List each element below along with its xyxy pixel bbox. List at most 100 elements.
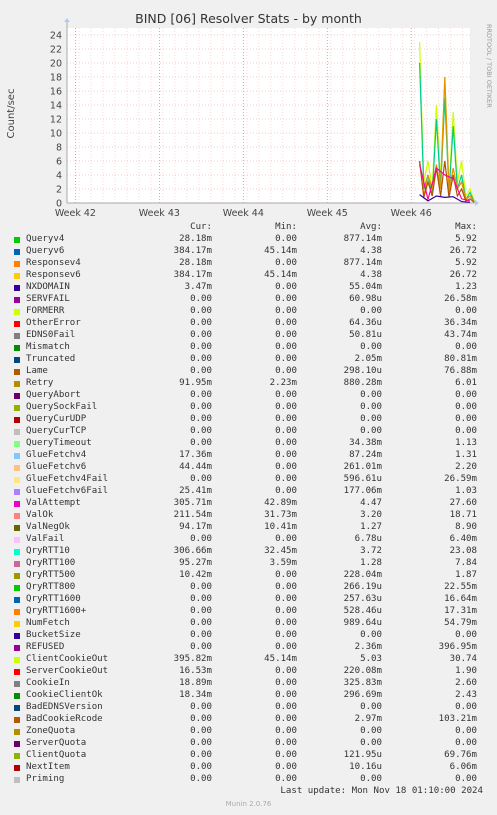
legend-max: 103.21m — [438, 714, 477, 724]
legend-cur: 0.00 — [190, 366, 212, 376]
legend-swatch — [14, 597, 20, 603]
legend-name: CookieIn — [26, 678, 70, 688]
legend-name: Truncated — [26, 354, 76, 364]
legend-row: QueryCurUDP 0.00 0.00 0.00 0.00 — [0, 414, 497, 426]
legend-name: ClientQuota — [26, 750, 87, 760]
legend-name: NextItem — [26, 762, 70, 772]
legend-avg: 228.04m — [343, 570, 382, 580]
legend-avg: 0.00 — [360, 390, 382, 400]
legend-avg: 877.14m — [343, 234, 382, 244]
legend-row: QueryAbort 0.00 0.00 0.00 0.00 — [0, 390, 497, 402]
legend-swatch — [14, 705, 20, 711]
legend-max: 69.76m — [444, 750, 477, 760]
legend-min: 0.00 — [275, 306, 297, 316]
legend-row: CookieClientOk 18.34m 0.00 296.69m 2.43 — [0, 690, 497, 702]
legend-max: 1.13 — [455, 438, 477, 448]
legend-swatch — [14, 561, 20, 567]
legend-swatch — [14, 537, 20, 543]
legend-cur: 0.00 — [190, 534, 212, 544]
legend-name: ZoneQuota — [26, 726, 76, 736]
legend-avg: 0.00 — [360, 402, 382, 412]
legend-cur: 44.44m — [179, 462, 212, 472]
legend-row: ValAttempt 305.71m 42.89m 4.47 27.60 — [0, 498, 497, 510]
plot-area — [67, 28, 470, 203]
legend-max: 23.08 — [449, 546, 477, 556]
legend-min: 0.00 — [275, 726, 297, 736]
legend-cur: 0.00 — [190, 342, 212, 352]
legend-name: GlueFetchv4 — [26, 450, 87, 460]
legend-cur: 10.42m — [179, 570, 212, 580]
legend-min: 0.00 — [275, 318, 297, 328]
legend-min: 45.14m — [264, 246, 297, 256]
legend-min: 0.00 — [275, 690, 297, 700]
legend-row: ClientQuota 0.00 0.00 121.95u 69.76m — [0, 750, 497, 762]
legend-row: FORMERR 0.00 0.00 0.00 0.00 — [0, 306, 497, 318]
legend-avg: 296.69m — [343, 690, 382, 700]
legend-cur: 0.00 — [190, 354, 212, 364]
legend-swatch — [14, 585, 20, 591]
y-tick-label: 10 — [50, 129, 62, 140]
legend-name: QryRTT1600 — [26, 594, 81, 604]
legend-cur: 305.71m — [173, 498, 212, 508]
y-tick-label: 12 — [50, 115, 62, 126]
legend-row: SERVFAIL 0.00 0.00 60.98u 26.58m — [0, 294, 497, 306]
legend-min: 2.23m — [269, 378, 297, 388]
legend-row: GlueFetchv6Fail 25.41m 0.00 177.06m 1.03 — [0, 486, 497, 498]
legend-swatch — [14, 633, 20, 639]
legend-min: 0.00 — [275, 642, 297, 652]
legend-cur: 0.00 — [190, 702, 212, 712]
legend-name: ServerQuota — [26, 738, 87, 748]
legend-name: BadCookieRcode — [26, 714, 103, 724]
legend-name: GlueFetchv6 — [26, 462, 87, 472]
legend-swatch — [14, 261, 20, 267]
legend-min: 0.00 — [275, 762, 297, 772]
x-tick-label: Week 43 — [139, 208, 180, 219]
legend-min: 0.00 — [275, 426, 297, 436]
legend-max: 0.00 — [455, 390, 477, 400]
legend-swatch — [14, 753, 20, 759]
legend-avg: 34.38m — [349, 438, 382, 448]
y-tick-label: 20 — [50, 59, 62, 70]
legend-cur: 0.00 — [190, 402, 212, 412]
legend-cur: 0.00 — [190, 330, 212, 340]
legend-swatch — [14, 345, 20, 351]
legend-name: REFUSED — [26, 642, 65, 652]
legend-row: ZoneQuota 0.00 0.00 0.00 0.00 — [0, 726, 497, 738]
legend-row: Priming 0.00 0.00 0.00 0.00 — [0, 774, 497, 786]
y-tick-label: 2 — [56, 185, 62, 196]
legend-min: 0.00 — [275, 402, 297, 412]
legend-max: 76.88m — [444, 366, 477, 376]
legend-min: 0.00 — [275, 678, 297, 688]
legend-name: ServerCookieOut — [26, 666, 109, 676]
legend-min: 0.00 — [275, 414, 297, 424]
legend-row: ValNegOk 94.17m 10.41m 1.27 8.90 — [0, 522, 497, 534]
legend-row: Queryv4 28.18m 0.00 877.14m 5.92 — [0, 234, 497, 246]
legend-name: Priming — [26, 774, 65, 784]
legend-row: QuerySockFail 0.00 0.00 0.00 0.00 — [0, 402, 497, 414]
legend-min: 0.00 — [275, 702, 297, 712]
legend-swatch — [14, 441, 20, 447]
legend-swatch — [14, 657, 20, 663]
legend-row: ClientCookieOut 395.82m 45.14m 5.03 30.74 — [0, 654, 497, 666]
legend-name: ValAttempt — [26, 498, 81, 508]
legend-min: 0.00 — [275, 594, 297, 604]
legend-avg: 4.47 — [360, 498, 382, 508]
legend-min: 0.00 — [275, 366, 297, 376]
legend-name: NXDOMAIN — [26, 282, 70, 292]
legend-avg: 880.28m — [343, 378, 382, 388]
legend-name: Lame — [26, 366, 48, 376]
legend-max: 1.03 — [455, 486, 477, 496]
legend-cur: 91.95m — [179, 378, 212, 388]
legend-cur: 0.00 — [190, 726, 212, 736]
legend-min: 0.00 — [275, 342, 297, 352]
legend-name: BadEDNSVersion — [26, 702, 103, 712]
legend-max: 8.90 — [455, 522, 477, 532]
legend-name: QueryCurTCP — [26, 426, 87, 436]
legend-max: 0.00 — [455, 306, 477, 316]
y-tick-label: 4 — [56, 171, 62, 182]
legend-avg: 3.20 — [360, 510, 382, 520]
legend-avg: 2.36m — [354, 642, 382, 652]
legend-min: 0.00 — [275, 774, 297, 784]
legend-row: ValFail 0.00 0.00 6.78u 6.40m — [0, 534, 497, 546]
legend-cur: 25.41m — [179, 486, 212, 496]
